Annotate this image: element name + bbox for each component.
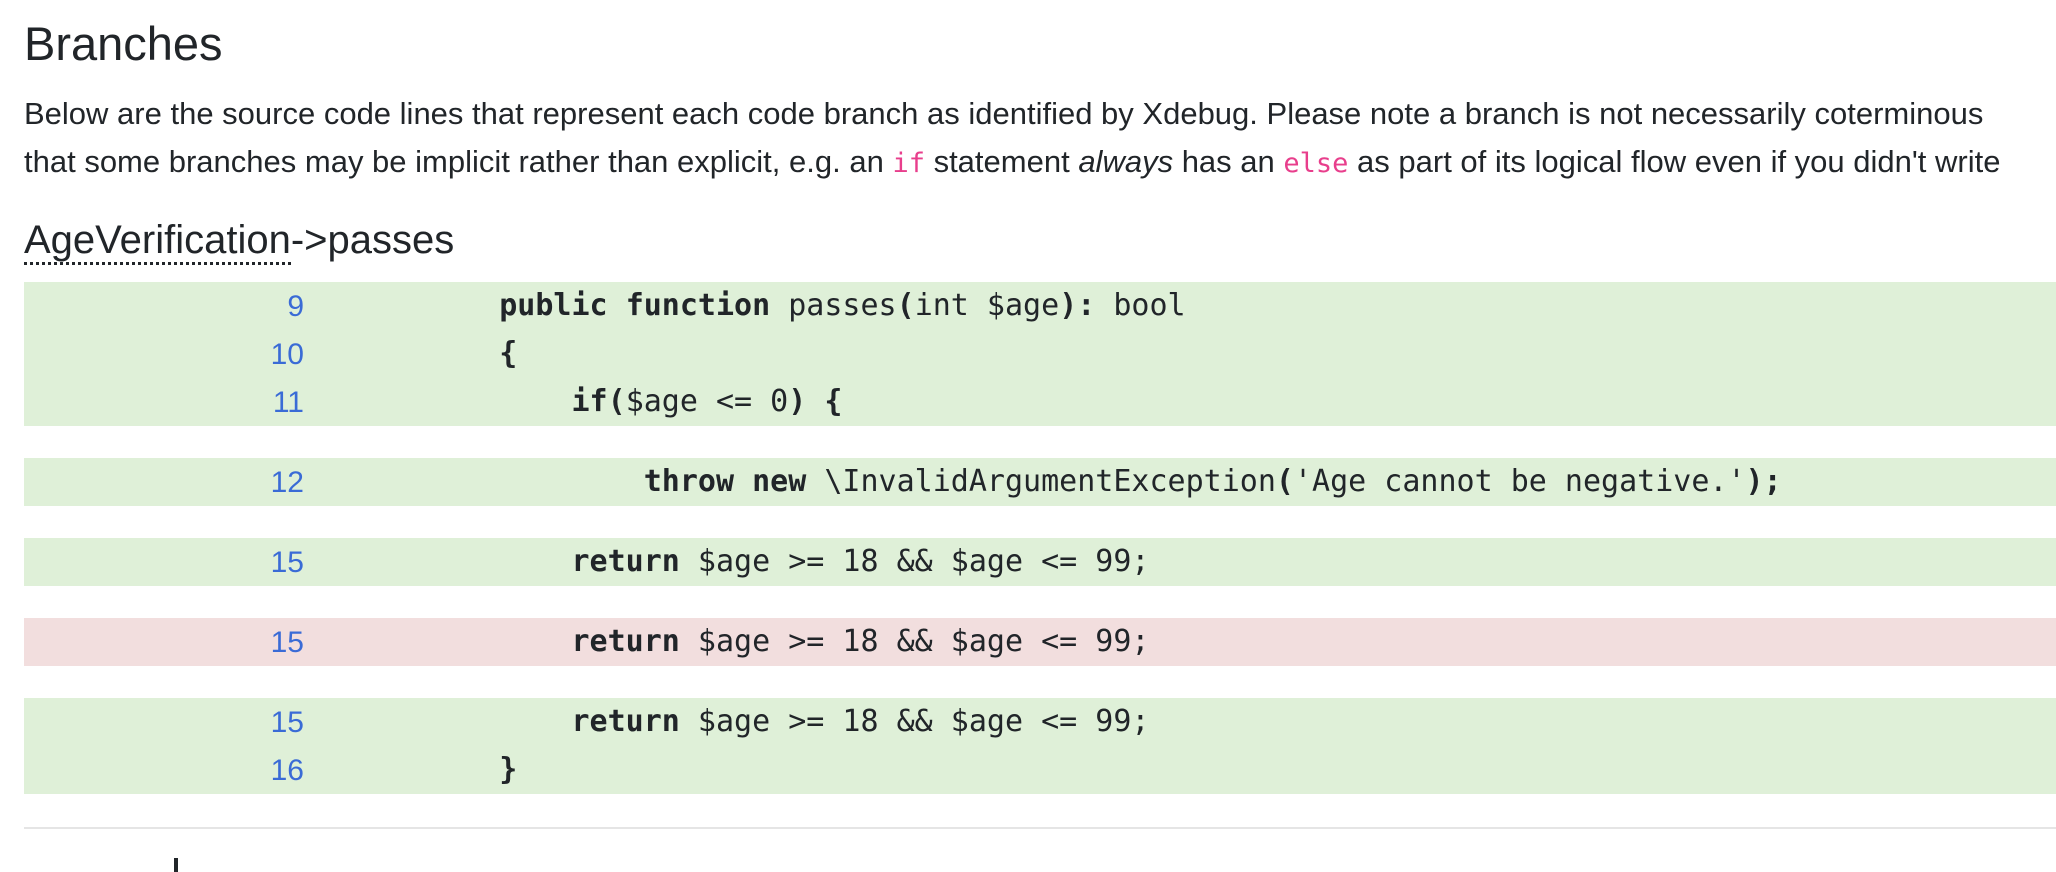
method-heading: AgeVerification->passes <box>24 216 455 265</box>
code-keyword: throw <box>643 464 735 499</box>
code-text: 'Age cannot be negative.' <box>1293 464 1746 499</box>
inline-code-if: if <box>892 148 925 179</box>
code-keyword: return <box>571 624 680 659</box>
covered-branch: 12 throw new \InvalidArgumentException('… <box>24 458 2056 506</box>
code-text: $age >= 18 && $age <= 99; <box>679 624 1150 659</box>
code-text: int $age <box>914 288 1060 323</box>
code-text: passes <box>770 288 897 323</box>
code-keyword: } <box>499 752 518 787</box>
line-number-link[interactable]: 15 <box>24 698 304 748</box>
covered-branch: 15 return $age >= 18 && $age <= 99; <box>24 538 2056 586</box>
covered-branch: 9 public function passes(int $age): bool… <box>24 282 2056 426</box>
branch-list: 9 public function passes(int $age): bool… <box>24 282 2056 826</box>
intro-text-segment: statement <box>924 144 1079 179</box>
code-text: $age >= 18 && $age <= 99; <box>679 704 1150 739</box>
source-code: return $age >= 18 && $age <= 99; <box>427 698 1150 746</box>
source-code: } <box>427 746 517 794</box>
code-keyword: { <box>499 336 518 371</box>
class-name-abbr[interactable]: AgeVerification <box>24 218 291 265</box>
code-line: 11 if($age <= 0) { <box>24 378 2056 426</box>
line-number-link[interactable]: 11 <box>24 378 304 428</box>
source-code: if($age <= 0) { <box>427 378 843 426</box>
source-code: return $age >= 18 && $age <= 99; <box>427 618 1150 666</box>
intro-text-segment: has an <box>1173 144 1284 179</box>
code-keyword: function <box>625 288 771 323</box>
intro-text-segment: as part of its logical flow even if you … <box>1348 144 2001 179</box>
emphasis-always: always <box>1078 144 1174 179</box>
code-text: $age >= 18 && $age <= 99; <box>679 544 1150 579</box>
covered-branch: 15 return $age >= 18 && $age <= 99; 16 } <box>24 698 2056 794</box>
code-keyword: new <box>752 464 807 499</box>
next-heading-fragment <box>174 858 178 872</box>
line-number-link[interactable]: 12 <box>24 458 304 508</box>
code-keyword: return <box>571 544 680 579</box>
line-number-link[interactable]: 15 <box>24 538 304 588</box>
code-line: 12 throw new \InvalidArgumentException('… <box>24 458 2056 506</box>
code-keyword: ( <box>1275 464 1294 499</box>
code-line: 16 } <box>24 746 2056 794</box>
page-title: Branches <box>24 17 223 70</box>
source-code: return $age >= 18 && $age <= 99; <box>427 538 1150 586</box>
code-line: 10 { <box>24 330 2056 378</box>
intro-text-segment: that some branches may be implicit rathe… <box>24 144 893 179</box>
section-divider <box>24 827 2056 829</box>
code-line: 15 return $age >= 18 && $age <= 99; <box>24 538 2056 586</box>
intro-line-1: Below are the source code lines that rep… <box>24 96 1984 131</box>
code-line: 15 return $age >= 18 && $age <= 99; <box>24 618 2056 666</box>
code-keyword: public <box>499 288 608 323</box>
source-code: { <box>427 330 517 378</box>
line-number-link[interactable]: 10 <box>24 330 304 380</box>
code-line: 9 public function passes(int $age): bool <box>24 282 2056 330</box>
code-line: 15 return $age >= 18 && $age <= 99; <box>24 698 2056 746</box>
source-code: public function passes(int $age): bool <box>427 282 1186 330</box>
code-keyword: ) { <box>788 384 843 419</box>
line-number-link[interactable]: 15 <box>24 618 304 668</box>
method-name: ->passes <box>290 218 455 262</box>
code-keyword: return <box>571 704 680 739</box>
code-text: $age <= 0 <box>625 384 789 419</box>
code-keyword: if( <box>571 384 626 419</box>
intro-text: Below are the source code lines that rep… <box>24 90 2000 188</box>
line-number-link[interactable]: 16 <box>24 746 304 796</box>
code-keyword: ): <box>1059 288 1096 323</box>
code-text: \InvalidArgumentException <box>806 464 1276 499</box>
line-number-link[interactable]: 9 <box>24 282 304 332</box>
code-keyword: ); <box>1745 464 1782 499</box>
uncovered-branch: 15 return $age >= 18 && $age <= 99; <box>24 618 2056 666</box>
source-code: throw new \InvalidArgumentException('Age… <box>427 458 1782 506</box>
intro-line-2: that some branches may be implicit rathe… <box>24 138 2000 188</box>
code-text: bool <box>1095 288 1186 323</box>
inline-code-else: else <box>1283 148 1349 179</box>
code-keyword: ( <box>896 288 915 323</box>
